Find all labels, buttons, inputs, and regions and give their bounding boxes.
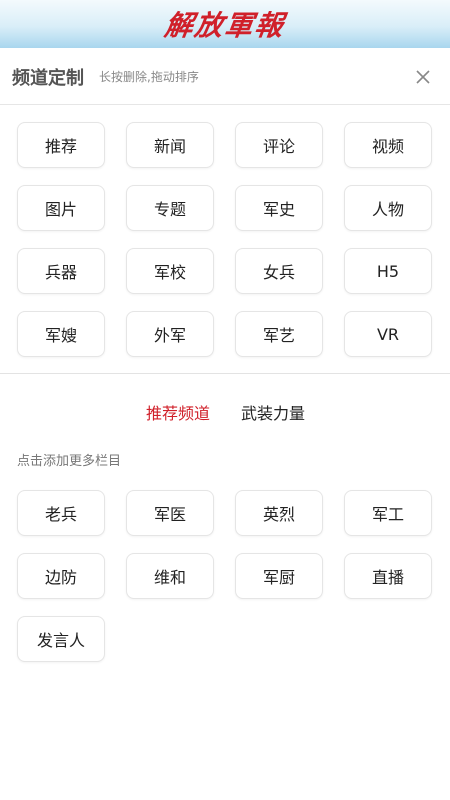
add-channel-chip[interactable]: 直播	[344, 553, 432, 599]
channel-chip[interactable]: 图片	[17, 185, 105, 231]
add-channel-chip[interactable]: 边防	[17, 553, 105, 599]
add-channel-chip[interactable]: 军工	[344, 490, 432, 536]
section-divider	[0, 373, 450, 374]
channel-chip[interactable]: 军校	[126, 248, 214, 294]
channel-chip[interactable]: 新闻	[126, 122, 214, 168]
channel-chip[interactable]: VR	[344, 311, 432, 357]
add-channel-chip[interactable]: 英烈	[235, 490, 323, 536]
tab-recommended[interactable]: 推荐频道	[146, 400, 210, 424]
channel-chip[interactable]: 视频	[344, 122, 432, 168]
channel-chip[interactable]: 外军	[126, 311, 214, 357]
page-title: 频道定制	[12, 68, 84, 89]
logo: 解放軍報	[162, 9, 288, 42]
tab-armed-forces[interactable]: 武装力量	[241, 400, 305, 424]
more-channels-grid: 老兵 军医 英烈 军工 边防 维和 军厨 直播 发言人	[17, 490, 433, 662]
add-channel-chip[interactable]: 发言人	[17, 616, 105, 662]
channel-chip[interactable]: 推荐	[17, 122, 105, 168]
channel-chip[interactable]: 军史	[235, 185, 323, 231]
close-icon	[416, 70, 430, 84]
channel-header: 频道定制 长按删除,拖动排序	[0, 48, 450, 105]
channel-chip[interactable]: 军嫂	[17, 311, 105, 357]
channel-chip[interactable]: 人物	[344, 185, 432, 231]
channel-chip[interactable]: 女兵	[235, 248, 323, 294]
add-channel-chip[interactable]: 军医	[126, 490, 214, 536]
channel-chip[interactable]: 兵器	[17, 248, 105, 294]
my-channels-grid: 推荐 新闻 评论 视频 图片 专题 军史 人物 兵器 军校 女兵 H5 军嫂 外…	[17, 122, 433, 357]
channel-chip[interactable]: H5	[344, 248, 432, 294]
channel-chip[interactable]: 军艺	[235, 311, 323, 357]
add-more-hint: 点击添加更多栏目	[17, 454, 122, 469]
channel-chip[interactable]: 专题	[126, 185, 214, 231]
edit-hint: 长按删除,拖动排序	[99, 70, 199, 84]
add-channel-chip[interactable]: 军厨	[235, 553, 323, 599]
masthead: 解放軍報	[0, 0, 450, 48]
add-channel-chip[interactable]: 老兵	[17, 490, 105, 536]
add-channel-chip[interactable]: 维和	[126, 553, 214, 599]
channel-tabs: 推荐频道 武装力量	[0, 400, 450, 424]
close-button[interactable]	[412, 66, 434, 88]
channel-chip[interactable]: 评论	[235, 122, 323, 168]
